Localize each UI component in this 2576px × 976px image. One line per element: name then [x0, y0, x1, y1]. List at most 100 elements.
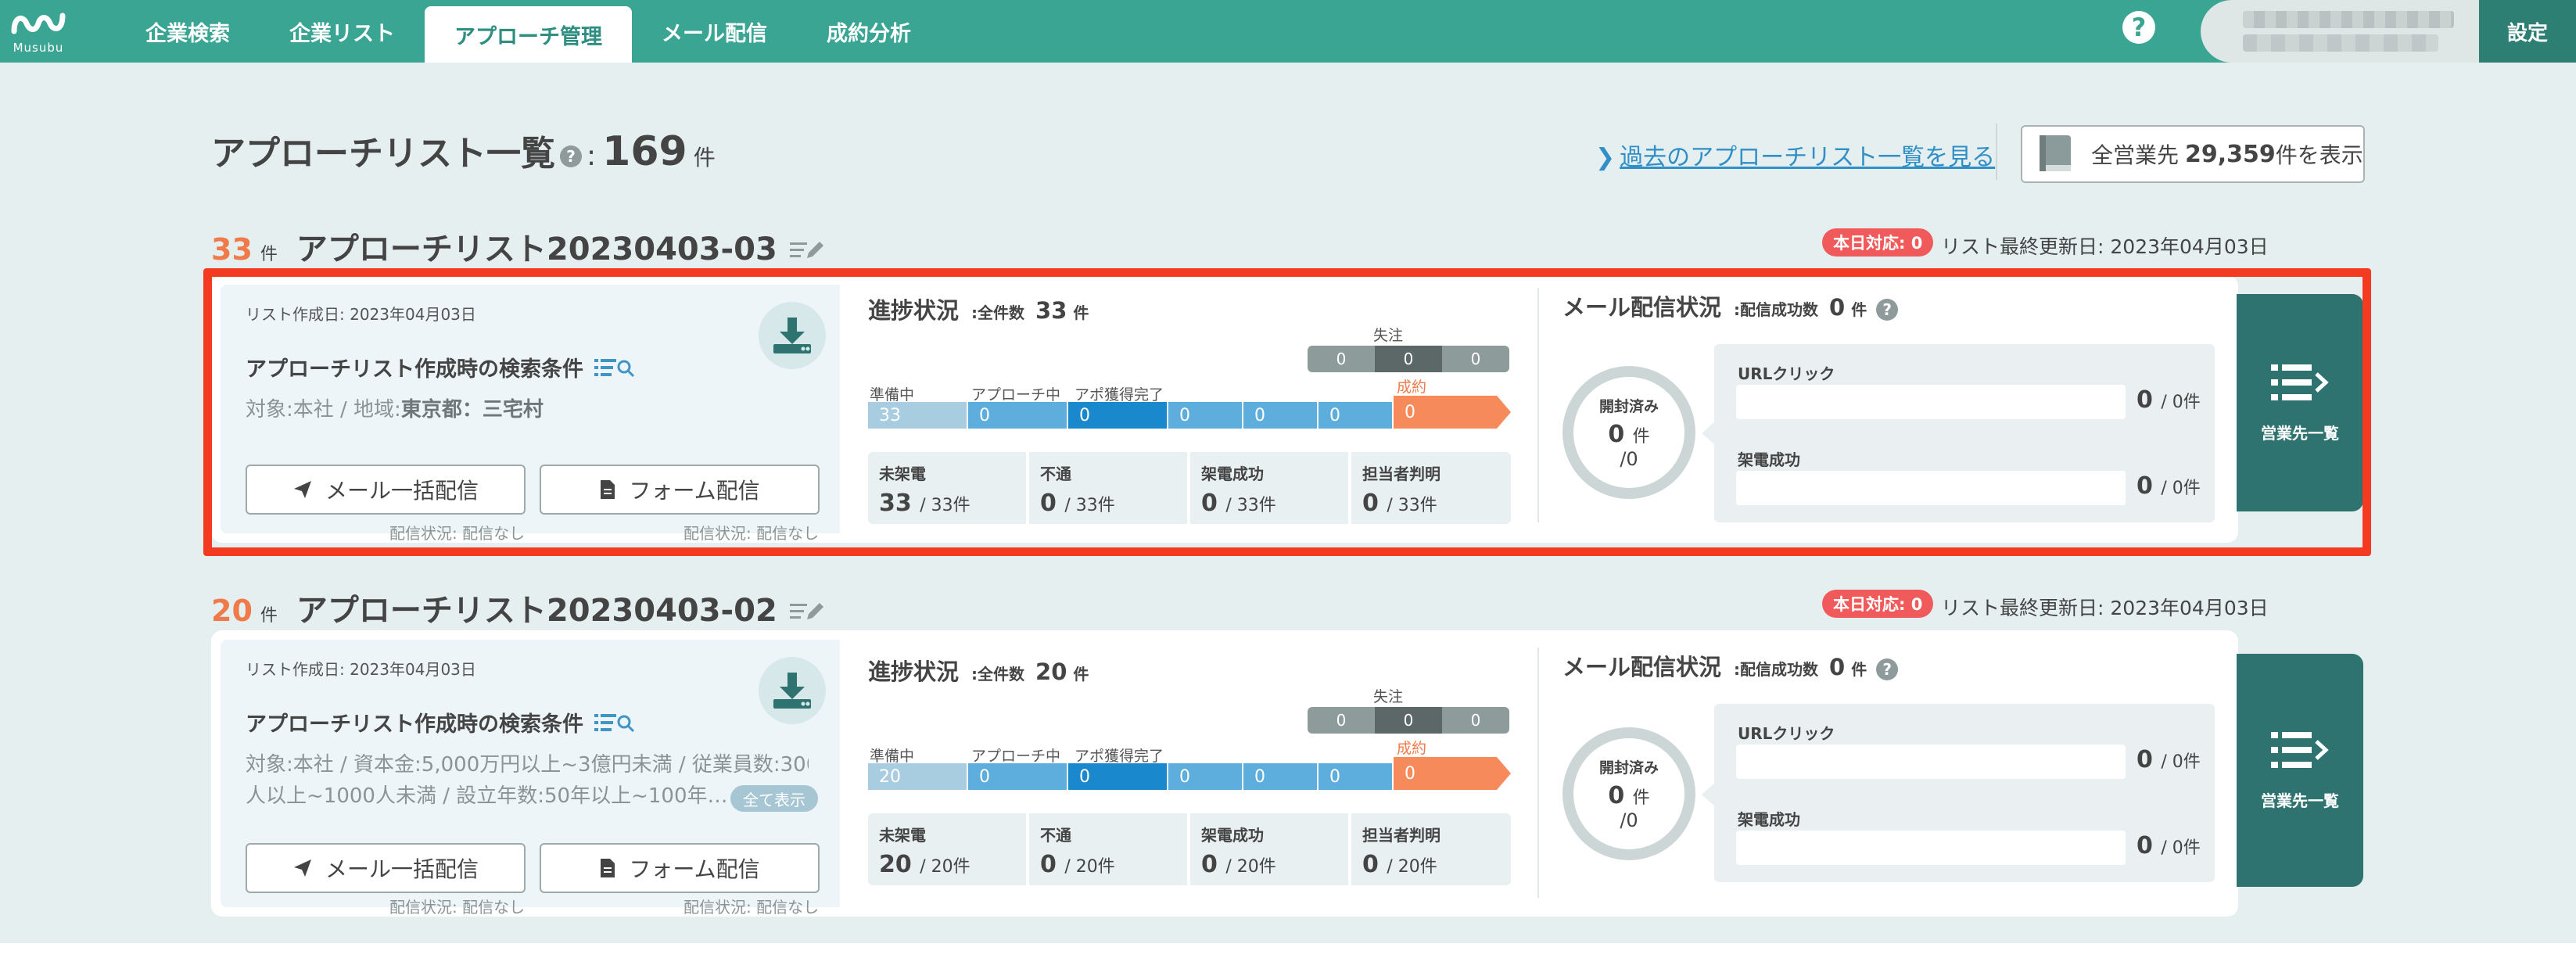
approach-list-card: リスト作成日: 2023年04月03日 アプローチリスト作成時の検索条件 対象:…	[211, 630, 2238, 917]
stat-unreachable-value: 0	[1040, 851, 1057, 878]
mail-status-title: メール配信状況 :配信成功数 0 件 ?	[1562, 289, 1903, 322]
list-search-icon[interactable]	[594, 712, 635, 733]
musubu-logo[interactable]: Musubu	[6, 3, 70, 59]
form-delivery-button[interactable]: フォーム配信	[540, 465, 820, 515]
settings-button[interactable]: 設定	[2479, 0, 2576, 63]
call-success-label: 架電成功	[1738, 810, 1800, 829]
stat-uncalled-label: 未架電	[879, 826, 926, 845]
opened-unit: 件	[1632, 427, 1650, 447]
bulk-mail-button[interactable]: メール一括配信	[246, 843, 526, 893]
url-click-value: 0	[2137, 386, 2153, 414]
list-count-unit: 件	[260, 606, 278, 626]
list-condition-panel: リスト作成日: 2023年04月03日 アプローチリスト作成時の検索条件 対象:…	[221, 640, 840, 917]
opened-count: 0	[1608, 782, 1625, 809]
nav-company-list[interactable]: 企業リスト	[260, 0, 425, 63]
mail-distribution-status: 配信状況: 配信なし	[389, 898, 526, 917]
last-updated: リスト最終更新日: 2023年04月03日	[1941, 231, 2269, 260]
approach-list-card: リスト作成日: 2023年04月03日 アプローチリスト作成時の検索条件 対象:…	[211, 275, 2238, 543]
stat-uncalled-value: 33	[879, 490, 912, 517]
search-condition-title: アプローチリスト作成時の検索条件	[246, 352, 635, 382]
stat-unreachable-value: 0	[1040, 490, 1057, 517]
book-icon	[2040, 135, 2071, 171]
list-header: 33 件 アプローチリスト20230403-03	[211, 224, 2237, 269]
call-success-value: 0	[2137, 832, 2153, 859]
opened-ring: 開封済み 0 件 /0	[1562, 727, 1695, 860]
prospect-list-button[interactable]: 営業先一覧	[2237, 294, 2363, 511]
stage-prep-segment: 33	[868, 402, 967, 429]
search-condition-text: 対象:本社 / 資本金:5,000万円以上~3億円未満 / 従業員数:300 人…	[246, 749, 809, 812]
list-header: 20 件 アプローチリスト20230403-02	[211, 585, 2237, 630]
page-title: アプローチリスト一覧 ? : 169 件	[211, 125, 716, 175]
mail-distribution-status: 配信状況: 配信なし	[389, 524, 526, 543]
show-all-conditions-button[interactable]: 全て表示	[730, 785, 818, 812]
stage-won-segment: 0	[1394, 757, 1511, 790]
search-condition-region: 東京都：三宅村	[400, 398, 544, 422]
stat-uncalled-total: / 20件	[920, 857, 970, 877]
prospect-list-label: 営業先一覧	[2261, 791, 2339, 810]
form-delivery-button[interactable]: フォーム配信	[540, 843, 820, 893]
call-success-label: 架電成功	[1738, 450, 1800, 469]
question-icon[interactable]: ?	[1876, 658, 1899, 680]
list-arrow-icon	[2271, 731, 2329, 768]
stat-person-found: 担当者判明 0 / 20件	[1351, 813, 1511, 885]
created-date: リスト作成日: 2023年04月03日	[246, 302, 476, 325]
lost-segment-2: 0	[1375, 707, 1442, 734]
nav-approach-management[interactable]: アプローチ管理	[425, 6, 632, 63]
stat-call-success-total: / 20件	[1225, 857, 1276, 877]
edit-name-icon[interactable]	[789, 601, 824, 623]
progress-total-unit: 件	[1073, 303, 1089, 322]
progress-total-value: 33	[1035, 297, 1067, 324]
download-icon	[773, 318, 811, 353]
list-search-icon[interactable]	[594, 357, 635, 378]
top-navigation-bar: Musubu 企業検索 企業リスト アプローチ管理 メール配信 成約分析 ? 設…	[0, 0, 2576, 63]
stat-uncalled-label: 未架電	[879, 465, 926, 483]
mail-status-title-text: メール配信状況	[1562, 294, 1722, 321]
stage-appo-segment: 0	[1068, 763, 1167, 790]
stage-approach-segment: 0	[968, 763, 1067, 790]
page-title-text: アプローチリスト一覧	[211, 134, 555, 174]
stat-person-found-total: / 20件	[1387, 857, 1437, 877]
edit-name-icon[interactable]	[789, 239, 824, 261]
last-updated-date: 2023年04月03日	[2110, 597, 2269, 619]
bulk-mail-button[interactable]: メール一括配信	[246, 465, 526, 515]
last-updated-label: リスト最終更新日:	[1941, 235, 2104, 258]
stage-segment-6: 0	[1318, 402, 1392, 429]
download-button[interactable]	[759, 302, 826, 369]
section-divider	[1537, 648, 1539, 898]
stage-approach-label: アプローチ中	[971, 386, 1061, 404]
stage-won-segment: 0	[1394, 396, 1511, 429]
nav-deal-analysis[interactable]: 成約分析	[797, 0, 941, 63]
stat-person-found: 担当者判明 0 / 33件	[1351, 452, 1511, 524]
stage-segment-6: 0	[1318, 763, 1392, 790]
download-button[interactable]	[759, 657, 826, 724]
stat-call-success-label: 架電成功	[1201, 826, 1264, 845]
all-button-count: 29,359	[2185, 140, 2276, 168]
question-icon[interactable]: ?	[1876, 299, 1899, 321]
opened-ring: 開封済み 0 件 /0	[1562, 366, 1695, 499]
list-total-count: 169	[602, 128, 687, 175]
bulk-mail-label: メール一括配信	[325, 478, 479, 504]
last-updated-label: リスト最終更新日:	[1941, 597, 2104, 619]
progress-title-text: 進捗状況	[868, 658, 960, 685]
nav-company-search[interactable]: 企業検索	[116, 0, 260, 63]
opened-denominator: /0	[1620, 809, 1638, 831]
stat-person-found-total: / 33件	[1387, 496, 1437, 515]
prospect-list-button[interactable]: 営業先一覧	[2237, 654, 2363, 887]
url-click-bar	[1736, 385, 2126, 419]
stat-uncalled: 未架電 33 / 33件	[868, 452, 1026, 524]
question-icon[interactable]: ?	[560, 145, 582, 167]
url-click-label: URLクリック	[1738, 364, 1835, 383]
show-all-prospects-button[interactable]: 全営業先 29,359 件を表示	[2021, 125, 2365, 183]
all-button-suffix: 件を表示	[2275, 142, 2363, 168]
search-condition-plain: 対象:本社 / 地域:	[246, 398, 401, 422]
stat-call-success-value: 0	[1201, 490, 1218, 517]
bulk-mail-label: メール一括配信	[325, 856, 479, 882]
help-icon[interactable]: ?	[2122, 11, 2155, 44]
search-condition-title-text: アプローチリスト作成時の検索条件	[246, 357, 583, 382]
past-lists-link[interactable]: ❯ 過去のアプローチリスト一覧を見る	[1595, 138, 1995, 172]
stat-call-success: 架電成功 0 / 20件	[1190, 813, 1348, 885]
created-date-label: リスト作成日:	[246, 305, 345, 324]
nav-mail-delivery[interactable]: メール配信	[632, 0, 797, 63]
stage-approach-label: アプローチ中	[971, 748, 1061, 765]
user-account-menu[interactable]	[2201, 0, 2479, 63]
